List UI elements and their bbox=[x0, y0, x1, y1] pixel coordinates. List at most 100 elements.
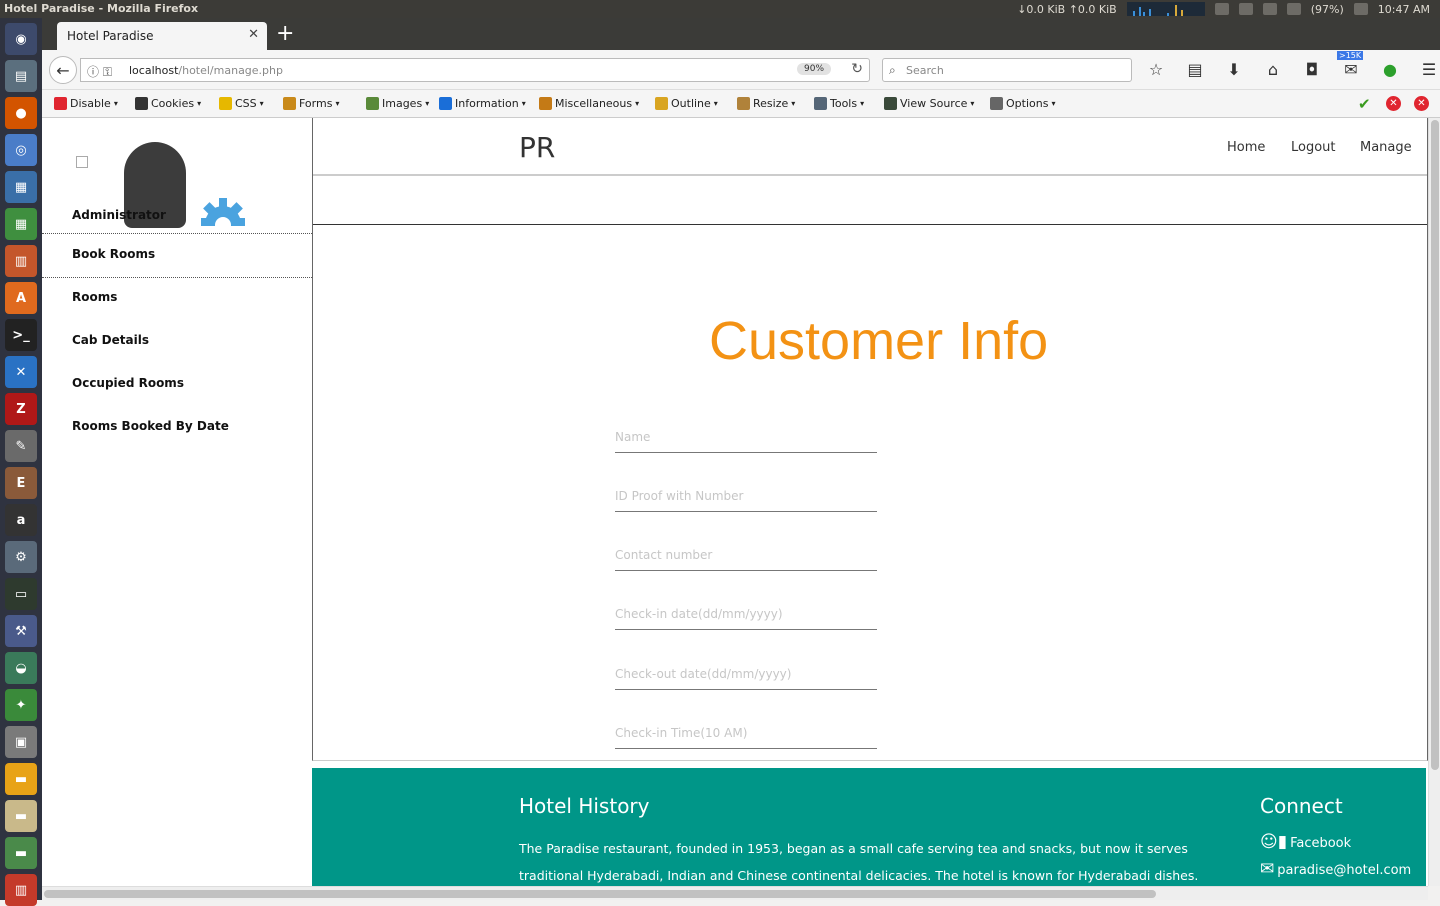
error-icon[interactable]: ✕ bbox=[1386, 96, 1401, 111]
sidebar-item-book-rooms[interactable]: Book Rooms bbox=[72, 247, 155, 261]
android-studio-icon[interactable]: ✦ bbox=[5, 689, 37, 721]
gmail-notifier-icon[interactable]: ✉ >15K bbox=[1337, 51, 1364, 79]
download-icon[interactable]: ⬇ bbox=[1224, 60, 1244, 79]
email-link[interactable]: ✉ paradise@hotel.com bbox=[1260, 861, 1411, 879]
drive-icon[interactable]: ▬ bbox=[5, 800, 37, 832]
sidebar-item-occupied-rooms[interactable]: Occupied Rooms bbox=[72, 376, 184, 390]
devtool-view-source-menu[interactable]: View Source ▾ bbox=[884, 97, 974, 110]
software-center-icon[interactable]: A bbox=[5, 282, 37, 314]
scrollbar-thumb[interactable] bbox=[1431, 120, 1439, 770]
brand-logo[interactable]: PR bbox=[519, 131, 555, 164]
nav-home[interactable]: Home bbox=[1227, 140, 1265, 155]
devtool-images-menu[interactable]: Images ▾ bbox=[366, 97, 429, 110]
keyboard-icon[interactable] bbox=[1238, 3, 1253, 15]
firefox-icon[interactable]: ● bbox=[5, 97, 37, 129]
vscode-icon[interactable]: ✕ bbox=[5, 356, 37, 388]
scrollbar-thumb[interactable] bbox=[44, 890, 1156, 898]
chevron-down-icon: ▾ bbox=[197, 99, 202, 108]
chevron-down-icon: ▾ bbox=[635, 99, 640, 108]
contact-number-field[interactable] bbox=[615, 528, 877, 571]
devtool-cookies-menu[interactable]: Cookies ▾ bbox=[135, 97, 201, 110]
url-text[interactable]: localhost/hotel/manage.php bbox=[129, 64, 283, 77]
menu-icon[interactable]: ☰ bbox=[1419, 60, 1439, 79]
name-field[interactable] bbox=[615, 410, 877, 453]
devtool-information-menu[interactable]: Information ▾ bbox=[439, 97, 526, 110]
close-toolbar-icon[interactable]: ✕ bbox=[1414, 96, 1429, 111]
devtool-tools-menu[interactable]: Tools ▾ bbox=[814, 97, 864, 110]
tools-icon bbox=[814, 97, 827, 110]
files-icon[interactable]: ▤ bbox=[5, 60, 37, 92]
arrow-left-icon: ← bbox=[56, 60, 70, 80]
disable-icon bbox=[54, 97, 67, 110]
facebook-link[interactable]: ☺▮ Facebook bbox=[1260, 834, 1351, 852]
dash-icon[interactable]: ◉ bbox=[5, 23, 37, 55]
system-load-graph bbox=[1126, 2, 1205, 16]
new-tab-icon[interactable]: + bbox=[276, 22, 294, 46]
nav-logout[interactable]: Logout bbox=[1291, 140, 1336, 155]
settings-icon[interactable]: ⚙ bbox=[5, 541, 37, 573]
check-icon[interactable]: ✔ bbox=[1358, 95, 1371, 113]
disk-icon[interactable]: ◒ bbox=[5, 652, 37, 684]
check-in-time-field[interactable] bbox=[615, 706, 877, 749]
devtool-options-menu[interactable]: Options ▾ bbox=[990, 97, 1055, 110]
search-placeholder: Search bbox=[906, 64, 944, 77]
back-button[interactable]: ← bbox=[49, 56, 77, 84]
nav-manage[interactable]: Manage bbox=[1360, 140, 1412, 155]
tab-hotel-paradise[interactable]: Hotel Paradise ✕ bbox=[57, 22, 267, 50]
writer-icon[interactable]: ▦ bbox=[5, 171, 37, 203]
check-out-date-field[interactable] bbox=[615, 647, 877, 690]
tool-icon[interactable]: ⚒ bbox=[5, 615, 37, 647]
text-editor-icon[interactable]: ✎ bbox=[5, 430, 37, 462]
workspace-icon[interactable]: ▬ bbox=[5, 837, 37, 869]
devtool-forms-menu[interactable]: Forms ▾ bbox=[283, 97, 339, 110]
information-icon bbox=[439, 97, 452, 110]
clock[interactable]: 10:47 AM bbox=[1378, 3, 1430, 16]
amazon-icon[interactable]: a bbox=[5, 504, 37, 536]
battery-icon[interactable] bbox=[1286, 3, 1301, 15]
volume-icon[interactable] bbox=[1353, 3, 1368, 15]
admin-sidebar: Administrator Book Rooms Rooms Cab Detai… bbox=[42, 118, 312, 886]
chromium-icon[interactable]: ◎ bbox=[5, 134, 37, 166]
devtool-outline-menu[interactable]: Outline ▾ bbox=[655, 97, 718, 110]
bookmark-star-icon[interactable]: ☆ bbox=[1146, 60, 1166, 79]
calc-icon[interactable]: ▦ bbox=[5, 208, 37, 240]
site-info-icon[interactable]: ⓘ ⚿ bbox=[87, 63, 112, 80]
sidebar-item-rooms-booked-by-date[interactable]: Rooms Booked By Date bbox=[72, 419, 229, 433]
url-bar[interactable]: ⓘ ⚿ localhost/hotel/manage.php 90% ↻ bbox=[80, 58, 870, 82]
filezilla-icon[interactable]: Z bbox=[5, 393, 37, 425]
mail-icon[interactable] bbox=[1262, 3, 1277, 15]
extension-icon[interactable]: ● bbox=[1380, 60, 1400, 79]
web-page: Administrator Book Rooms Rooms Cab Detai… bbox=[42, 118, 1428, 886]
check-in-date-field[interactable] bbox=[615, 587, 877, 630]
search-bar[interactable]: ⌕ Search bbox=[882, 58, 1132, 82]
trash-icon[interactable]: ▥ bbox=[5, 874, 37, 906]
eric-ide-icon[interactable]: E bbox=[5, 467, 37, 499]
system-monitor-icon[interactable]: ▭ bbox=[5, 578, 37, 610]
wifi-icon[interactable] bbox=[1214, 3, 1229, 15]
tab-title: Hotel Paradise bbox=[67, 29, 154, 43]
divider bbox=[313, 224, 1427, 225]
reading-list-icon[interactable]: ▤ bbox=[1185, 60, 1205, 79]
broken-image-icon bbox=[76, 156, 88, 168]
reload-icon[interactable]: ↻ bbox=[851, 61, 863, 77]
devtool-disable-menu[interactable]: Disable ▾ bbox=[54, 97, 118, 110]
installer-icon[interactable]: ▣ bbox=[5, 726, 37, 758]
history-text: The Paradise restaurant, founded in 1953… bbox=[519, 841, 1199, 883]
sidebar-item-cab-details[interactable]: Cab Details bbox=[72, 333, 149, 347]
devtool-resize-menu[interactable]: Resize ▾ bbox=[737, 97, 795, 110]
terminal-icon[interactable]: >_ bbox=[5, 319, 37, 351]
pocket-icon[interactable]: ◘ bbox=[1302, 60, 1322, 79]
devtool-miscellaneous-menu[interactable]: Miscellaneous ▾ bbox=[539, 97, 639, 110]
home-icon[interactable]: ⌂ bbox=[1263, 60, 1283, 79]
vertical-scrollbar[interactable] bbox=[1428, 118, 1440, 886]
id-proof-field[interactable] bbox=[615, 469, 877, 512]
devtool-label: Miscellaneous bbox=[555, 97, 633, 110]
horizontal-scrollbar[interactable] bbox=[42, 886, 1428, 900]
folder-icon[interactable]: ▬ bbox=[5, 763, 37, 795]
zoom-indicator[interactable]: 90% bbox=[797, 63, 832, 75]
impress-icon[interactable]: ▥ bbox=[5, 245, 37, 277]
navigation-toolbar: ← ⓘ ⚿ localhost/hotel/manage.php 90% ↻ ⌕… bbox=[42, 50, 1440, 90]
close-tab-icon[interactable]: ✕ bbox=[248, 27, 259, 42]
devtool-css-menu[interactable]: CSS ▾ bbox=[219, 97, 264, 110]
sidebar-item-rooms[interactable]: Rooms bbox=[72, 290, 117, 304]
